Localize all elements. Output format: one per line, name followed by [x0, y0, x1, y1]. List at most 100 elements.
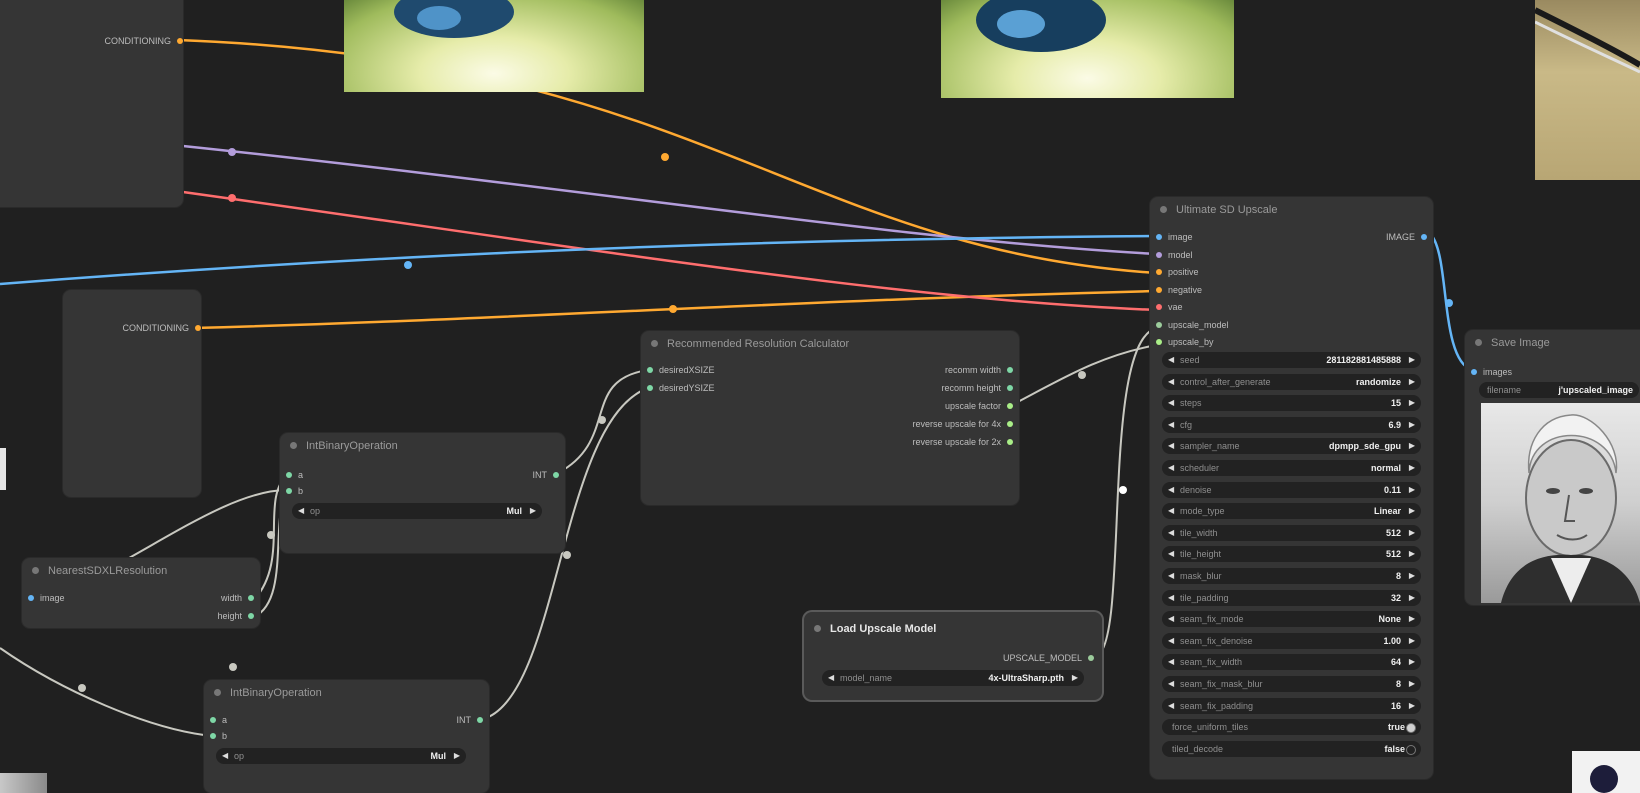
input-positive[interactable]: positive: [1156, 266, 1199, 278]
widget-steps[interactable]: ◀ steps 15 ▶: [1162, 395, 1421, 412]
input-upscale-by[interactable]: upscale_by: [1156, 336, 1214, 348]
decrement-arrow-icon[interactable]: ◀: [1168, 676, 1174, 692]
widget-seam-fix-mask-blur[interactable]: ◀ seam_fix_mask_blur 8 ▶: [1162, 676, 1421, 692]
op-select[interactable]: ◀ op Mul ▶: [216, 748, 466, 764]
decrement-arrow-icon[interactable]: ◀: [1168, 633, 1174, 649]
model-name-select[interactable]: ◀ model_name 4x-UltraSharp.pth ▶: [822, 670, 1084, 686]
increment-arrow-icon[interactable]: ▶: [1409, 676, 1415, 692]
input-model[interactable]: model: [1156, 249, 1193, 261]
output-recomm-height[interactable]: recomm height: [941, 382, 1013, 394]
widget-seam-fix-padding[interactable]: ◀ seam_fix_padding 16 ▶: [1162, 697, 1421, 714]
node-title: NearestSDXLResolution: [22, 558, 260, 584]
output-reverse-2x[interactable]: reverse upscale for 2x: [912, 436, 1013, 448]
input-a[interactable]: a: [210, 714, 227, 726]
widget-mode-type[interactable]: ◀ mode_type Linear ▶: [1162, 503, 1421, 520]
output-reverse-4x[interactable]: reverse upscale for 4x: [912, 418, 1013, 430]
int-binary-operation-node-2[interactable]: IntBinaryOperation a b INT ◀ op Mul ▶: [204, 680, 489, 793]
decrement-arrow-icon[interactable]: ◀: [1168, 698, 1174, 714]
decrement-arrow-icon[interactable]: ◀: [1168, 546, 1174, 562]
toggle-tiled-decode[interactable]: tiled_decode false: [1162, 740, 1421, 757]
increment-arrow-icon[interactable]: ▶: [1409, 438, 1415, 454]
output-image[interactable]: IMAGE: [1386, 231, 1427, 243]
increment-arrow-icon[interactable]: ▶: [1409, 395, 1415, 411]
decrement-arrow-icon[interactable]: ◀: [1168, 590, 1174, 606]
conditioning-output[interactable]: CONDITIONING: [105, 35, 183, 47]
input-upscale-model[interactable]: upscale_model: [1156, 319, 1229, 331]
increment-arrow-icon[interactable]: ▶: [1409, 568, 1415, 584]
widget-seam-fix-denoise[interactable]: ◀ seam_fix_denoise 1.00 ▶: [1162, 632, 1421, 649]
decrement-arrow-icon[interactable]: ◀: [1168, 395, 1174, 411]
input-desired-y[interactable]: desiredYSIZE: [647, 382, 715, 394]
widget-denoise[interactable]: ◀ denoise 0.11 ▶: [1162, 481, 1421, 498]
output-height[interactable]: height: [217, 610, 254, 622]
decrement-arrow-icon[interactable]: ◀: [1168, 525, 1174, 541]
input-vae[interactable]: vae: [1156, 301, 1183, 313]
decrement-arrow-icon[interactable]: ◀: [1168, 460, 1174, 476]
increment-arrow-icon[interactable]: ▶: [1409, 460, 1415, 476]
input-b[interactable]: b: [286, 485, 303, 497]
decrement-arrow-icon[interactable]: ◀: [1168, 611, 1174, 627]
output-recomm-width[interactable]: recomm width: [945, 364, 1013, 376]
decrement-arrow-icon[interactable]: ◀: [1168, 438, 1174, 454]
widget-label: seam_fix_width: [1180, 657, 1243, 668]
increment-arrow-icon[interactable]: ▶: [1409, 417, 1415, 433]
widget-sampler-name[interactable]: ◀ sampler_name dpmpp_sde_gpu ▶: [1162, 438, 1421, 455]
input-images[interactable]: images: [1471, 366, 1512, 378]
output-int[interactable]: INT: [533, 469, 559, 481]
increment-arrow-icon[interactable]: ▶: [1409, 482, 1415, 498]
conditioning-node-mid[interactable]: CONDITIONING: [63, 290, 201, 497]
widget-tile-width[interactable]: ◀ tile_width 512 ▶: [1162, 524, 1421, 541]
increment-arrow-icon[interactable]: ▶: [1409, 503, 1415, 519]
widget-mask-blur[interactable]: ◀ mask_blur 8 ▶: [1162, 568, 1421, 584]
widget-value: 8: [1395, 571, 1401, 581]
output-upscale-model[interactable]: UPSCALE_MODEL: [1003, 652, 1094, 664]
widget-control-after-generate[interactable]: ◀ control_after_generate randomize ▶: [1162, 373, 1421, 390]
input-a[interactable]: a: [286, 469, 303, 481]
increment-arrow-icon[interactable]: ▶: [1409, 546, 1415, 562]
decrement-arrow-icon[interactable]: ◀: [1168, 482, 1174, 498]
widget-scheduler[interactable]: ◀ scheduler normal ▶: [1162, 460, 1421, 476]
decrement-arrow-icon[interactable]: ◀: [1168, 654, 1174, 670]
save-image-node[interactable]: Save Image images filename j'upscaled_im…: [1465, 330, 1640, 605]
decrement-arrow-icon[interactable]: ◀: [1168, 352, 1174, 368]
toggle-force-uniform-tiles[interactable]: force_uniform_tiles true: [1162, 719, 1421, 736]
ultimate-sd-upscale-node[interactable]: Ultimate SD Upscale IMAGE image model posi…: [1150, 197, 1433, 779]
increment-arrow-icon[interactable]: ▶: [1409, 352, 1415, 368]
decrement-arrow-icon[interactable]: ◀: [1168, 503, 1174, 519]
increment-arrow-icon[interactable]: ▶: [1409, 525, 1415, 541]
widget-seam-fix-mode[interactable]: ◀ seam_fix_mode None ▶: [1162, 611, 1421, 628]
widget-tile-height[interactable]: ◀ tile_height 512 ▶: [1162, 546, 1421, 563]
widget-seed[interactable]: ◀ seed 281182881485888 ▶: [1162, 352, 1421, 368]
decrement-arrow-icon[interactable]: ◀: [1168, 568, 1174, 584]
output-int[interactable]: INT: [457, 714, 483, 726]
increment-arrow-icon: ▶: [1071, 673, 1078, 682]
output-width[interactable]: width: [221, 592, 254, 604]
increment-arrow-icon[interactable]: ▶: [1409, 611, 1415, 627]
increment-arrow-icon[interactable]: ▶: [1409, 654, 1415, 670]
load-upscale-model-node[interactable]: Load Upscale Model UPSCALE_MODEL ◀ model…: [804, 612, 1102, 700]
input-desired-x[interactable]: desiredXSIZE: [647, 364, 715, 376]
decrement-arrow-icon[interactable]: ◀: [1168, 374, 1174, 390]
output-upscale-factor[interactable]: upscale factor: [945, 400, 1013, 412]
increment-arrow-icon[interactable]: ▶: [1409, 698, 1415, 714]
input-b[interactable]: b: [210, 730, 227, 742]
filename-prefix-input[interactable]: filename j'upscaled_image: [1479, 382, 1639, 398]
recommended-resolution-calculator-node[interactable]: Recommended Resolution Calculator desire…: [641, 331, 1019, 505]
conditioning-output[interactable]: CONDITIONING: [123, 322, 201, 334]
widget-cfg[interactable]: ◀ cfg 6.9 ▶: [1162, 416, 1421, 433]
int-binary-operation-node-1[interactable]: IntBinaryOperation a b INT ◀ op Mul ▶: [280, 433, 565, 553]
conditioning-node-top[interactable]: CONDITIONING: [0, 0, 183, 207]
decrement-arrow-icon: ◀: [828, 673, 835, 682]
op-select[interactable]: ◀ op Mul ▶: [292, 503, 542, 519]
input-image[interactable]: image: [1156, 231, 1193, 243]
input-negative[interactable]: negative: [1156, 284, 1202, 296]
increment-arrow-icon[interactable]: ▶: [1409, 633, 1415, 649]
increment-arrow-icon[interactable]: ▶: [1409, 590, 1415, 606]
increment-arrow-icon[interactable]: ▶: [1409, 374, 1415, 390]
widget-seam-fix-width[interactable]: ◀ seam_fix_width 64 ▶: [1162, 654, 1421, 671]
widget-tile-padding[interactable]: ◀ tile_padding 32 ▶: [1162, 589, 1421, 606]
nearest-sdxl-resolution-node[interactable]: NearestSDXLResolution image width height: [22, 558, 260, 628]
input-image[interactable]: image: [28, 592, 65, 604]
wire-model-dot: [228, 148, 236, 156]
decrement-arrow-icon[interactable]: ◀: [1168, 417, 1174, 433]
